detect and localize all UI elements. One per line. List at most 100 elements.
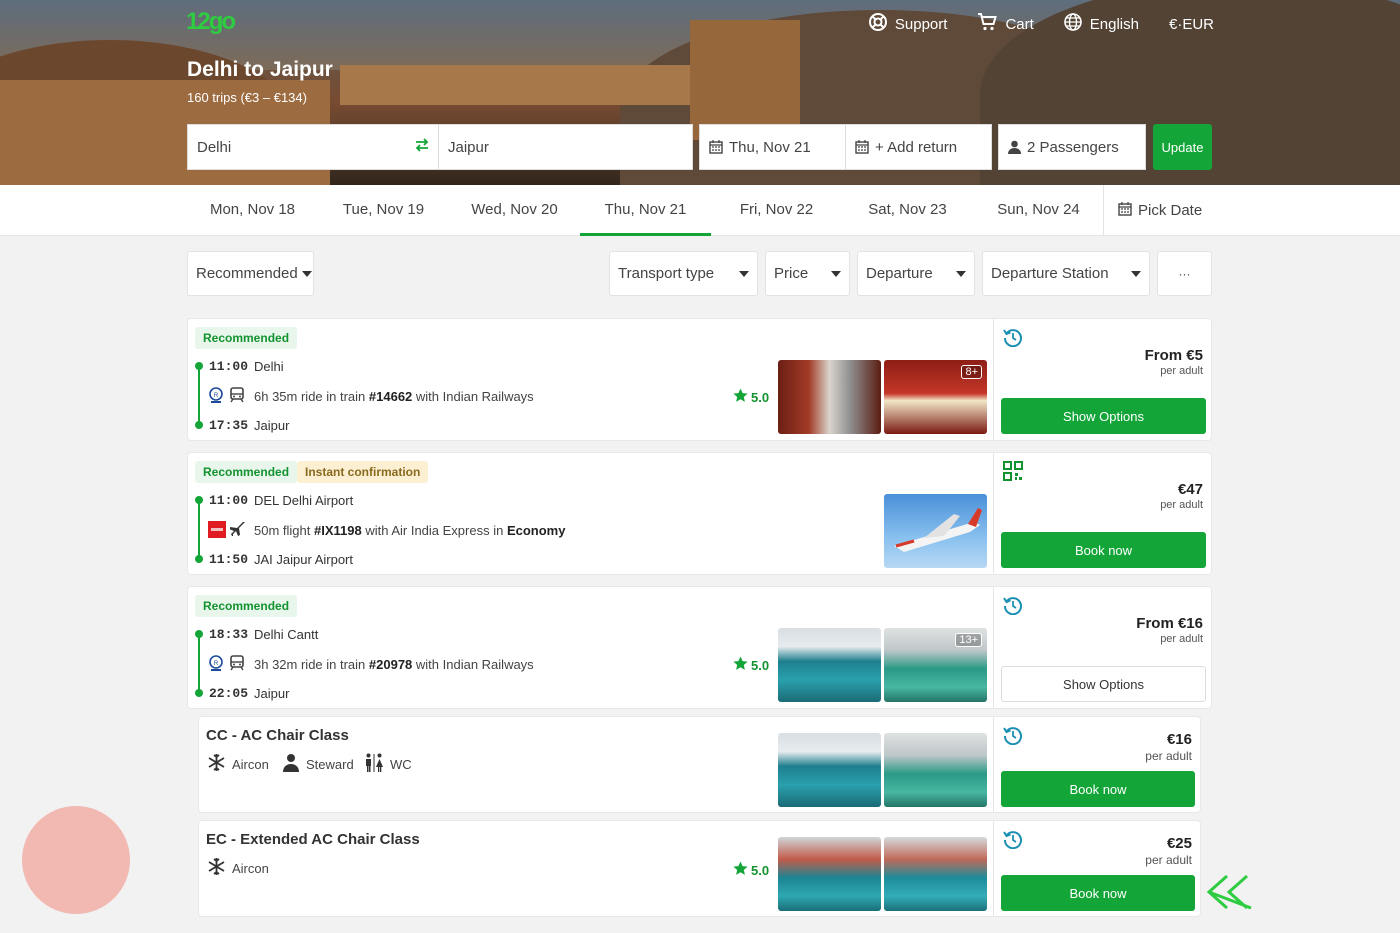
date-bar: Mon, Nov 18 Tue, Nov 19 Wed, Nov 20 Thu,… <box>0 185 1400 236</box>
qr-code-icon <box>1003 461 1023 486</box>
history-icon <box>1003 725 1023 750</box>
result-card[interactable]: Recommended 11:00 Delhi R 6h 35m ride in… <box>187 318 1212 441</box>
train-photo[interactable] <box>778 360 881 434</box>
cabin-photo[interactable] <box>884 837 987 911</box>
double-chevron-left-icon <box>1203 872 1253 917</box>
train-photo[interactable]: 13+ <box>884 628 987 702</box>
recommended-badge: Recommended <box>195 461 298 483</box>
book-now-button[interactable]: Book now <box>1001 532 1206 568</box>
price-unit: per adult <box>1160 633 1203 645</box>
station-filter-label: Departure Station <box>991 265 1109 282</box>
update-button[interactable]: Update <box>1153 124 1212 170</box>
arrival-place: Jaipur <box>254 418 290 433</box>
price-filter-label: Price <box>774 265 809 282</box>
departure-time: 18:33 <box>209 627 249 642</box>
show-options-button[interactable]: Show Options <box>1001 398 1206 434</box>
rating: 5.0 <box>733 388 769 406</box>
return-field[interactable]: + Add return <box>846 124 992 170</box>
wc-icon <box>364 753 384 775</box>
more-filters-button[interactable]: ··· <box>1157 251 1212 296</box>
pick-date-label: Pick Date <box>1138 202 1203 219</box>
arrival-time: 22:05 <box>209 686 249 701</box>
book-now-button[interactable]: Book now <box>1001 875 1195 911</box>
caret-down-icon <box>301 270 312 277</box>
result-card[interactable]: Recommended 18:33 Delhi Cantt R 3h 32m r… <box>187 586 1212 709</box>
currency-selector[interactable]: €·EUR <box>1169 12 1214 36</box>
arrival-time: 17:35 <box>209 418 249 433</box>
language-selector[interactable]: English <box>1063 12 1139 36</box>
cabin-photo[interactable] <box>778 733 881 807</box>
star-icon <box>733 861 748 879</box>
date-field[interactable]: Thu, Nov 21 <box>699 124 846 170</box>
price: €16 <box>1166 731 1192 748</box>
departure-place: DEL Delhi Airport <box>254 493 354 508</box>
cabin-photo[interactable] <box>778 837 881 911</box>
departure-filter[interactable]: Departure <box>857 251 975 296</box>
cart-link[interactable]: Cart <box>977 12 1034 36</box>
train-photo[interactable]: 8+ <box>884 360 987 434</box>
date-tab-mon[interactable]: Mon, Nov 18 <box>187 185 318 236</box>
rating: 5.0 <box>733 861 769 879</box>
show-options-button[interactable]: Show Options <box>1001 666 1206 702</box>
result-card[interactable]: Recommended Instant confirmation 11:00 D… <box>187 452 1212 575</box>
train-icon <box>230 655 244 676</box>
passengers-field[interactable]: 2 Passengers <box>998 124 1146 170</box>
price-filter[interactable]: Price <box>765 251 850 296</box>
to-value: Jaipur <box>448 138 489 156</box>
language-label: English <box>1089 15 1139 33</box>
date-tab-wed[interactable]: Wed, Nov 20 <box>449 185 580 236</box>
cabin-photo[interactable] <box>884 733 987 807</box>
class-title: CC - AC Chair Class <box>206 727 349 744</box>
date-tab-sun[interactable]: Sun, Nov 24 <box>973 185 1104 236</box>
class-title: EC - Extended AC Chair Class <box>206 831 420 848</box>
date-tab-sat[interactable]: Sat, Nov 23 <box>842 185 973 236</box>
snowflake-icon <box>207 753 226 775</box>
cart-label: Cart <box>1005 15 1034 33</box>
class-option-card[interactable]: CC - AC Chair Class Aircon Steward WC €1… <box>198 716 1201 813</box>
to-field[interactable]: Jaipur <box>439 124 693 170</box>
sort-label: Recommended <box>196 265 298 282</box>
departure-place: Delhi Cantt <box>254 627 319 642</box>
price: €25 <box>1166 835 1192 852</box>
star-icon <box>733 388 748 406</box>
departure-time: 11:00 <box>209 493 249 508</box>
date-tab-thu[interactable]: Thu, Nov 21 <box>580 185 711 236</box>
arrival-time: 11:50 <box>209 552 249 567</box>
support-link[interactable]: Support <box>868 12 948 36</box>
lifebuoy-icon <box>868 13 887 35</box>
page-title: Delhi to Jaipur <box>187 58 333 81</box>
transport-filter[interactable]: Transport type <box>609 251 758 296</box>
svg-text:R: R <box>214 393 219 399</box>
sort-dropdown[interactable]: Recommended <box>187 251 314 296</box>
train-photo[interactable] <box>778 628 881 702</box>
transport-filter-label: Transport type <box>618 265 715 282</box>
date-tab-tue[interactable]: Tue, Nov 19 <box>318 185 449 236</box>
passengers-value: 2 Passengers <box>1027 138 1119 156</box>
station-filter[interactable]: Departure Station <box>982 251 1150 296</box>
history-icon <box>1003 327 1023 352</box>
airplane-photo[interactable] <box>884 494 987 568</box>
date-tab-fri[interactable]: Fri, Nov 22 <box>711 185 842 236</box>
book-now-button[interactable]: Book now <box>1001 771 1195 807</box>
pick-date-button[interactable]: Pick Date <box>1118 185 1202 236</box>
history-icon <box>1003 595 1023 620</box>
price: €47 <box>1177 481 1203 498</box>
watermark-logo <box>22 806 130 914</box>
support-label: Support <box>894 15 948 33</box>
snowflake-icon <box>207 857 226 879</box>
brand-logo[interactable]: 12go <box>186 8 236 38</box>
ride-description: 50m flight #IX1198 with Air India Expres… <box>254 523 566 538</box>
departure-time: 11:00 <box>209 359 249 374</box>
person-icon <box>1008 140 1021 154</box>
arrival-place: Jaipur <box>254 686 290 701</box>
price-unit: per adult <box>1160 499 1203 511</box>
price: From €5 <box>1144 347 1203 364</box>
history-icon <box>1003 829 1023 854</box>
from-field[interactable]: Delhi <box>187 124 439 170</box>
ride-description: 3h 32m ride in train #20978 with Indian … <box>254 657 534 672</box>
cart-icon <box>977 13 998 35</box>
swap-icon[interactable] <box>415 138 429 156</box>
class-option-card[interactable]: EC - Extended AC Chair Class Aircon 5.0 … <box>198 820 1201 917</box>
photo-count: 13+ <box>955 633 982 647</box>
calendar-icon <box>709 140 723 154</box>
